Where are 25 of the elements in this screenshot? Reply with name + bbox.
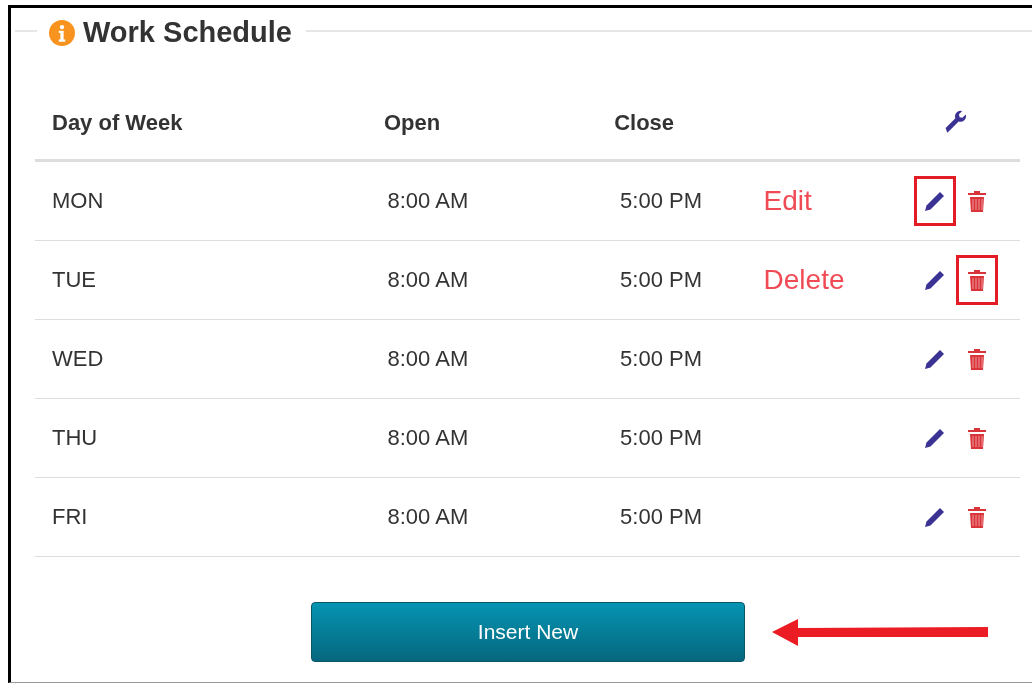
table-cell-text: 8:00 AM: [387, 425, 470, 451]
table-cell-text: 5:00 PM: [620, 504, 703, 530]
table-cell-text: FRI: [51, 504, 89, 530]
column-header: Open: [384, 110, 442, 136]
column-header: Day of Week: [51, 110, 184, 136]
table-cell-text: 8:00 AM: [387, 346, 470, 372]
table-cell-text: 8:00 AM: [387, 188, 470, 214]
callout-label: Edit: [763, 185, 812, 216]
insert-new-button[interactable]: Insert New: [311, 602, 745, 662]
table-cell-text: 5:00 PM: [620, 346, 703, 372]
panel-title: Work Schedule: [83, 16, 292, 49]
table-cell-text: 8:00 AM: [387, 267, 470, 293]
column-header: Close: [614, 110, 676, 136]
edit-button[interactable]: [914, 176, 957, 226]
table-cell-text: 5:00 PM: [620, 267, 703, 293]
delete-button[interactable]: [956, 255, 999, 305]
table-cell-text: 5:00 PM: [620, 425, 703, 451]
info-icon: [49, 19, 75, 46]
table-cell-text: THU: [51, 425, 99, 451]
table-cell-text: WED: [51, 346, 105, 372]
callout-label: Delete: [763, 264, 845, 295]
table-cell-text: TUE: [51, 267, 97, 293]
table-cell-text: 5:00 PM: [620, 188, 703, 214]
table-cell-text: 8:00 AM: [387, 504, 470, 530]
table-cell-text: MON: [51, 188, 105, 214]
